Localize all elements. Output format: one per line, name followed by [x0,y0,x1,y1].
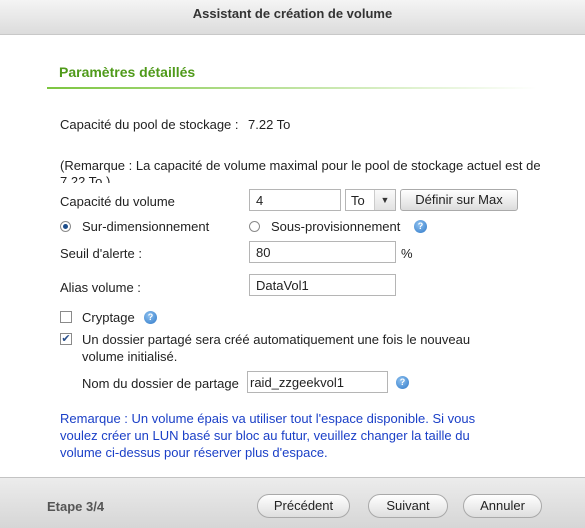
shared-folder-text-line1: Un dossier partagé sera créé automatique… [82,332,471,347]
pool-capacity-value: 7.22 To [248,117,291,132]
help-icon[interactable]: ? [396,376,409,389]
shared-folder-name-input[interactable]: raid_zzgeekvol1 [247,371,388,393]
section-divider [47,87,537,89]
set-max-button[interactable]: Définir sur Max [400,189,518,211]
volume-alias-label: Alias volume : [60,280,141,295]
chevron-down-icon: ▼ [374,190,395,210]
note-line2: voulez créer un LUN basé sur bloc au fut… [60,428,470,443]
volume-unit-select[interactable]: To ▼ [345,189,396,211]
next-button[interactable]: Suivant [368,494,448,518]
volume-alias-input[interactable]: DataVol1 [249,274,396,296]
alert-threshold-unit: % [401,246,413,261]
thick-volume-note: Remarque : Un volume épais va utiliser t… [60,410,475,461]
over-provisioning-label: Sur-dimensionnement [82,219,210,234]
step-indicator: Etape 3/4 [47,499,105,514]
previous-button[interactable]: Précédent [257,494,350,518]
alert-threshold-input[interactable]: 80 [249,241,396,263]
note-line1: Remarque : Un volume épais va utiliser t… [60,411,476,426]
shared-folder-checkbox[interactable]: ✔ [60,333,72,345]
footer-bar: Etape 3/4 Précédent Suivant Annuler [0,477,585,528]
alert-threshold-label: Seuil d'alerte : [60,246,142,261]
under-provisioning-label: Sous-provisionnement [271,219,401,234]
cancel-button[interactable]: Annuler [463,494,542,518]
over-provisioning-radio[interactable] [60,221,71,232]
encryption-checkbox[interactable] [60,311,72,323]
pool-capacity-label: Capacité du pool de stockage : [60,117,239,132]
window-title: Assistant de création de volume [0,0,585,35]
encryption-label: Cryptage [82,310,135,325]
help-icon[interactable]: ? [414,220,427,233]
shared-folder-text-line2: volume initialisé. [82,349,178,364]
volume-capacity-input[interactable]: 4 [249,189,341,211]
under-provisioning-radio[interactable] [249,221,260,232]
note-line3: volume ci-dessus pour réserver plus d'es… [60,445,328,460]
volume-capacity-label: Capacité du volume [60,194,175,209]
help-icon[interactable]: ? [144,311,157,324]
pool-remark: (Remarque : La capacité de volume maxima… [60,158,541,183]
volume-unit-value: To [351,193,365,208]
shared-folder-name-label: Nom du dossier de partage [82,376,239,391]
section-title: Paramètres détaillés [59,64,196,80]
